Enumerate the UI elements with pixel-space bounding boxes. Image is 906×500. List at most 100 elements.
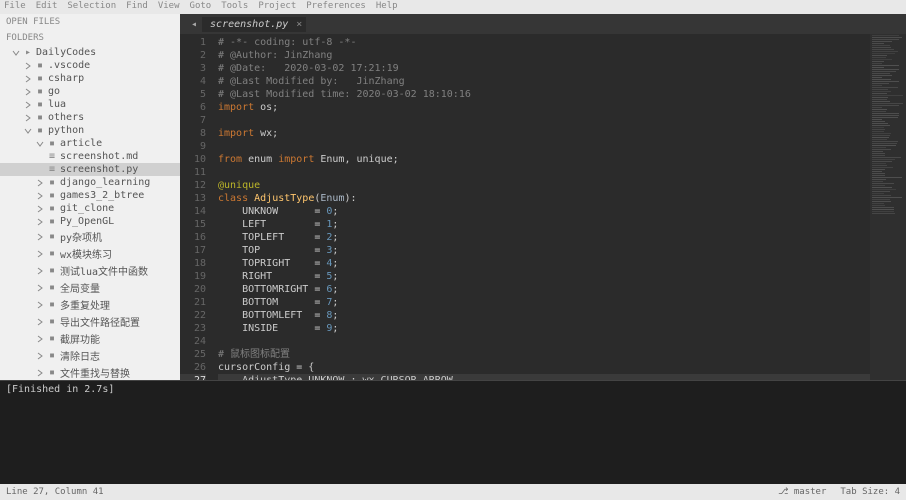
folder-icon: ▪ [47, 317, 57, 327]
code-line[interactable]: @unique [218, 180, 260, 191]
code-line[interactable]: # 鼠标图标配置 [218, 349, 290, 360]
folder-清除日志[interactable]: ▪清除日志 [0, 347, 180, 364]
menu-find[interactable]: Find [126, 1, 148, 13]
code-line[interactable]: cursorConfig = { [218, 362, 314, 373]
code-lines[interactable]: # -*- coding: utf-8 -*- # @Author: JinZh… [212, 34, 870, 380]
folder-article[interactable]: ▪article [0, 137, 180, 150]
line-number: 25 [180, 348, 206, 361]
main-area: OPEN FILES FOLDERS ▸ DailyCodes ▪.vscode… [0, 14, 906, 380]
chevron-right-icon [36, 318, 44, 326]
code-line[interactable]: TOPRIGHT = 4; [218, 258, 338, 269]
folder-icon: ▪ [47, 204, 57, 214]
tab-bar: ◂ screenshot.py × [180, 14, 906, 34]
folder-django_learning[interactable]: ▪django_learning [0, 176, 180, 189]
line-number: 6 [180, 101, 206, 114]
folder-文件重找与替换[interactable]: ▪文件重找与替换 [0, 364, 180, 380]
code-line[interactable]: from enum import Enum, unique; [218, 154, 399, 165]
line-number: 3 [180, 62, 206, 75]
chevron-down-icon [12, 49, 20, 57]
code-line[interactable]: # @Last Modified by: JinZhang [218, 76, 405, 87]
status-bar: Line 27, Column 41 ⎇ master Tab Size: 4 [0, 484, 906, 500]
code-line[interactable]: import os; [218, 102, 278, 113]
chevron-down-icon [24, 127, 32, 135]
item-label: git_clone [60, 203, 114, 214]
code-line[interactable]: TOP = 3; [218, 245, 338, 256]
code-view[interactable]: 1234567891011121314151617181920212223242… [180, 34, 906, 380]
line-number: 14 [180, 205, 206, 218]
code-line[interactable]: import wx; [218, 128, 278, 139]
folder-icon: ▪ [35, 100, 45, 110]
minimap[interactable] [870, 34, 906, 380]
file-screenshot.md[interactable]: ≡screenshot.md [0, 150, 180, 163]
code-line[interactable]: BOTTOMRIGHT = 6; [218, 284, 338, 295]
menu-file[interactable]: File [4, 1, 26, 13]
menu-view[interactable]: View [158, 1, 180, 13]
folder-多重复处理[interactable]: ▪多重复处理 [0, 296, 180, 313]
tab-nav-left-icon[interactable]: ◂ [188, 19, 200, 30]
chevron-right-icon [36, 267, 44, 275]
folder-csharp[interactable]: ▪csharp [0, 72, 180, 85]
code-line[interactable]: BOTTOMLEFT = 8; [218, 310, 338, 321]
status-tab-size[interactable]: Tab Size: 4 [840, 487, 900, 497]
line-number: 1 [180, 36, 206, 49]
chevron-right-icon [36, 284, 44, 292]
folder-icon: ▪ [47, 178, 57, 188]
chevron-right-icon [24, 88, 32, 96]
folder-wx模块练习[interactable]: ▪wx模块练习 [0, 245, 180, 262]
item-label: go [48, 86, 60, 97]
status-branch[interactable]: ⎇ master [778, 487, 826, 497]
code-line[interactable]: RIGHT = 5; [218, 271, 338, 282]
folder-root[interactable]: ▸ DailyCodes [0, 46, 180, 59]
item-label: screenshot.md [60, 151, 138, 162]
folder-全局变量[interactable]: ▪全局变量 [0, 279, 180, 296]
code-line[interactable]: INSIDE = 9; [218, 323, 338, 334]
folder-python[interactable]: ▪python [0, 124, 180, 137]
code-line[interactable]: # @Date: 2020-03-02 17:21:19 [218, 63, 399, 74]
file-screenshot.py[interactable]: ≡screenshot.py [0, 163, 180, 176]
menu-help[interactable]: Help [376, 1, 398, 13]
folder-git_clone[interactable]: ▪git_clone [0, 202, 180, 215]
folder-.vscode[interactable]: ▪.vscode [0, 59, 180, 72]
menu-preferences[interactable]: Preferences [306, 1, 366, 13]
folder-icon: ▪ [47, 139, 57, 149]
tab-screenshot-py[interactable]: screenshot.py × [202, 17, 306, 32]
code-line[interactable]: BOTTOM = 7; [218, 297, 338, 308]
folder-others[interactable]: ▪others [0, 111, 180, 124]
code-line[interactable]: TOPLEFT = 2; [218, 232, 338, 243]
code-line[interactable]: AdjustType.UNKNOW : wx.CURSOR_ARROW, [218, 374, 870, 380]
folder-lua[interactable]: ▪lua [0, 98, 180, 111]
item-label: 多重复处理 [60, 297, 110, 312]
folder-测试lua文件中函数[interactable]: ▪测试lua文件中函数 [0, 262, 180, 279]
menu-tools[interactable]: Tools [221, 1, 248, 13]
close-icon[interactable]: × [296, 19, 302, 30]
code-line[interactable]: class AdjustType(Enum): [218, 193, 357, 204]
folder-py杂项机[interactable]: ▪py杂项机 [0, 228, 180, 245]
line-number: 20 [180, 283, 206, 296]
line-number: 8 [180, 127, 206, 140]
folder-Py_OpenGL[interactable]: ▪Py_OpenGL [0, 215, 180, 228]
code-line[interactable]: LEFT = 1; [218, 219, 338, 230]
folder-导出文件路径配置[interactable]: ▪导出文件路径配置 [0, 313, 180, 330]
status-cursor-pos[interactable]: Line 27, Column 41 [6, 487, 104, 497]
folder-games3_2_btree[interactable]: ▪games3_2_btree [0, 189, 180, 202]
folder-icon: ▪ [47, 232, 57, 242]
folder-截屏功能[interactable]: ▪截屏功能 [0, 330, 180, 347]
folder-icon: ▪ [47, 283, 57, 293]
code-line[interactable]: UNKNOW = 0; [218, 206, 338, 217]
menu-goto[interactable]: Goto [190, 1, 212, 13]
code-line[interactable]: # @Author: JinZhang [218, 50, 332, 61]
line-number: 26 [180, 361, 206, 374]
chevron-down-icon [36, 140, 44, 148]
code-line[interactable]: # @Last Modified time: 2020-03-02 18:10:… [218, 89, 471, 100]
chevron-right-icon [36, 192, 44, 200]
menu-project[interactable]: Project [258, 1, 296, 13]
item-label: py杂项机 [60, 229, 102, 244]
menu-edit[interactable]: Edit [36, 1, 58, 13]
menu-selection[interactable]: Selection [67, 1, 116, 13]
line-number: 13 [180, 192, 206, 205]
code-line[interactable]: # -*- coding: utf-8 -*- [218, 37, 356, 48]
folder-icon: ▪ [35, 113, 45, 123]
line-number: 15 [180, 218, 206, 231]
chevron-right-icon [36, 250, 44, 258]
folder-go[interactable]: ▪go [0, 85, 180, 98]
